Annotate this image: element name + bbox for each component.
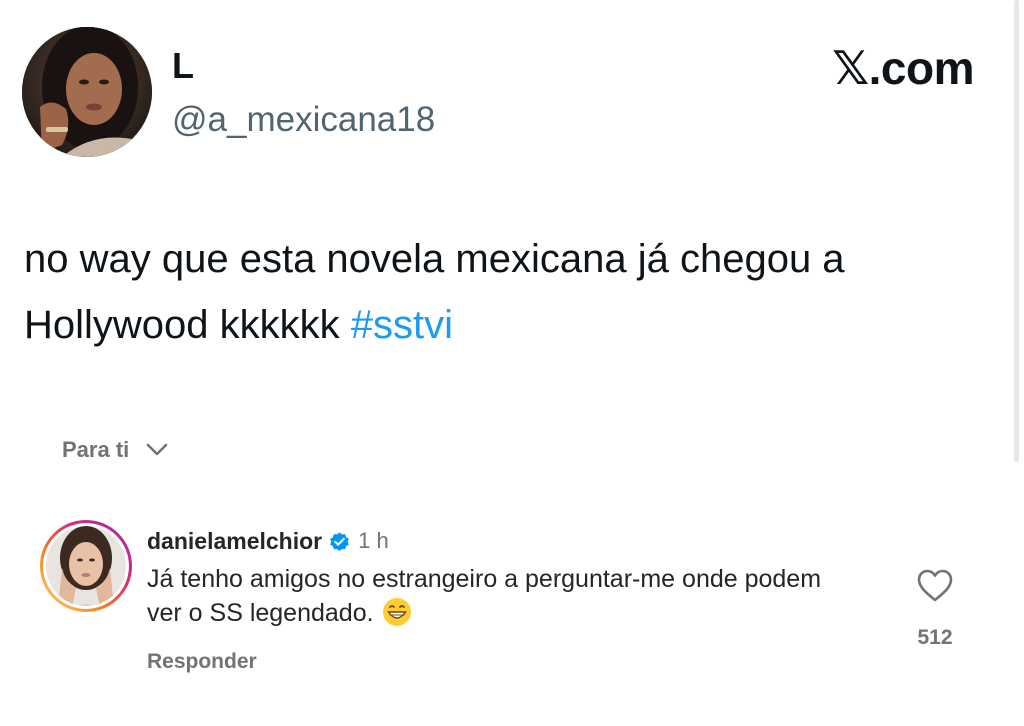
like-button[interactable] xyxy=(915,566,955,606)
chevron-down-icon xyxy=(146,443,168,456)
comment-username[interactable]: danielamelchior xyxy=(147,526,322,556)
story-ring-avatar xyxy=(40,520,132,612)
comment-timestamp: 1 h xyxy=(358,528,389,553)
tweet-text: no way que esta novela mexicana já chego… xyxy=(24,226,984,358)
heart-icon xyxy=(917,569,953,602)
tweet-author-handle[interactable]: @a_mexicana18 xyxy=(172,98,435,142)
grinning-face-emoji xyxy=(382,597,412,627)
like-count: 512 xyxy=(917,626,953,649)
comment-sort-label: Para ti xyxy=(62,437,130,462)
verified-badge-icon xyxy=(328,530,351,553)
x-com-logo: 𝕏.com xyxy=(832,42,974,94)
tweet-author-name[interactable]: L xyxy=(172,44,194,88)
reply-button[interactable]: Responder xyxy=(147,648,257,676)
tweet-hashtag[interactable]: #sstvi xyxy=(351,303,453,347)
scrollbar[interactable] xyxy=(1014,0,1019,462)
tweet-author-avatar[interactable] xyxy=(22,27,152,157)
comment-header: danielamelchior 1 h xyxy=(147,526,389,556)
comment-text-body: Já tenho amigos no estrangeiro a pergunt… xyxy=(147,565,822,627)
avatar-photo xyxy=(22,27,152,157)
comment-text: Já tenho amigos no estrangeiro a pergunt… xyxy=(147,562,847,630)
comment-sort-dropdown[interactable]: Para ti xyxy=(62,436,169,464)
commenter-avatar[interactable] xyxy=(38,518,134,614)
